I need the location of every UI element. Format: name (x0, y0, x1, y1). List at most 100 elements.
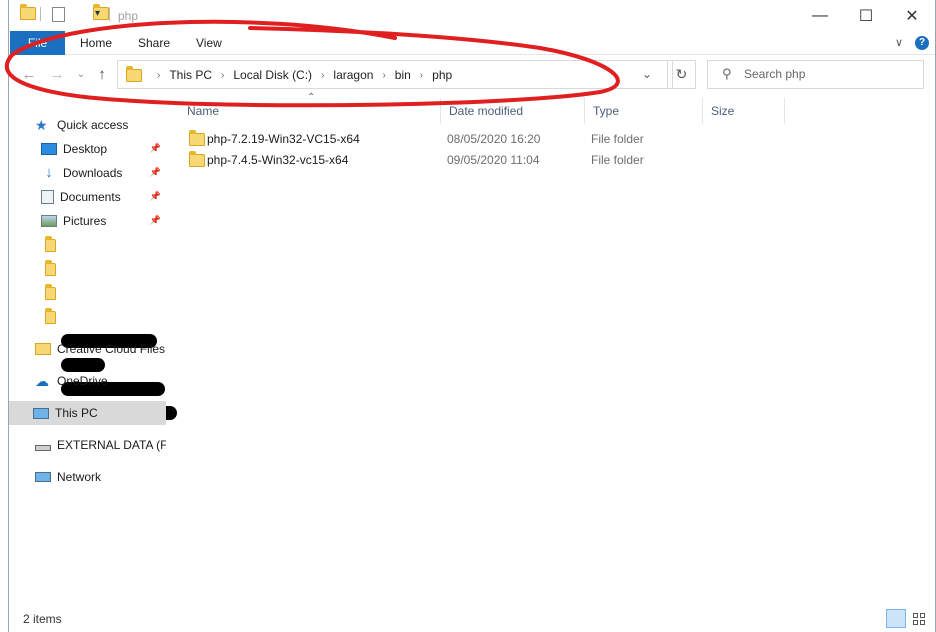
ribbon-expand-icon[interactable]: ∨ (895, 31, 903, 55)
folder-icon (45, 307, 56, 324)
forward-arrow-icon[interactable]: → (47, 65, 67, 85)
nav-label: Desktop (63, 142, 108, 156)
crumb-php[interactable]: php (432, 68, 452, 82)
folder-icon (126, 65, 142, 82)
column-date-modified[interactable]: Date modified (447, 98, 585, 124)
tab-home[interactable]: Home (80, 31, 112, 55)
nav-desktop[interactable]: Desktop 📌 (9, 137, 166, 161)
crumb-bin[interactable]: bin (395, 68, 411, 82)
recent-locations-icon[interactable]: ⌄ (71, 65, 91, 85)
creative-cloud-icon (35, 343, 51, 355)
folder-icon (45, 283, 56, 300)
refresh-button[interactable]: ↻ (667, 60, 696, 89)
chevron-right-icon[interactable]: › (382, 70, 385, 81)
folder-icon (20, 4, 36, 20)
nav-network[interactable]: Network (9, 465, 166, 489)
help-icon[interactable]: ? (915, 36, 929, 50)
folder-icon (189, 130, 205, 146)
search-box[interactable]: ⚲ (707, 60, 924, 89)
file-type: File folder (591, 152, 644, 167)
cloud-icon: ☁ (35, 373, 49, 389)
nav-label: This PC (55, 406, 98, 420)
nav-redacted-folder[interactable] (9, 305, 166, 329)
tab-view[interactable]: View (196, 31, 222, 55)
nav-this-pc[interactable]: This PC (9, 401, 166, 425)
address-dropdown-icon[interactable]: ⌄ (642, 67, 652, 81)
nav-pictures[interactable]: Pictures 📌 (9, 209, 166, 233)
folder-icon (189, 151, 205, 167)
desktop-icon (41, 143, 57, 155)
nav-label: Pictures (63, 214, 107, 228)
status-item-count: 2 items (23, 612, 62, 626)
folder-icon (45, 259, 56, 276)
details-view-icon[interactable] (886, 609, 906, 628)
nav-redacted-folder[interactable] (9, 257, 166, 281)
chevron-right-icon[interactable]: › (420, 70, 423, 81)
file-name: php-7.2.19-Win32-VC15-x64 (207, 131, 360, 146)
explorer-window: ▾ php — ☐ ✕ File Home Share View ∨ ? ← →… (8, 0, 936, 632)
maximize-button[interactable]: ☐ (843, 0, 889, 31)
navigation-bar: ← → ⌄ ↑ › This PC › Local Disk (C:) › la… (9, 55, 935, 95)
star-icon: ★ (35, 117, 48, 133)
nav-documents[interactable]: Documents 📌 (9, 185, 166, 209)
file-date: 08/05/2020 16:20 (447, 131, 541, 146)
list-item[interactable]: php-7.2.19-Win32-VC15-x64 08/05/2020 16:… (185, 128, 644, 149)
network-icon (35, 472, 51, 482)
drive-icon (35, 445, 51, 451)
nav-label: Documents (60, 190, 121, 204)
nav-creative-cloud[interactable]: Creative Cloud Files (9, 337, 166, 361)
pin-icon[interactable]: 📌 (150, 167, 161, 178)
file-type: File folder (591, 131, 644, 146)
pin-icon[interactable]: 📌 (150, 215, 161, 226)
nav-label: EXTERNAL DATA (F:) (57, 438, 166, 452)
nav-quick-access[interactable]: ★ Quick access (9, 113, 166, 137)
folder-icon (45, 235, 56, 252)
nav-label: Downloads (63, 166, 123, 180)
column-headers: ⌃ Name Date modified Type Size (185, 92, 805, 124)
address-bar[interactable]: › This PC › Local Disk (C:) › laragon › … (117, 60, 673, 89)
properties-icon[interactable] (52, 7, 65, 22)
nav-label: Network (57, 470, 102, 484)
up-arrow-icon[interactable]: ↑ (92, 65, 112, 85)
breadcrumb: › This PC › Local Disk (C:) › laragon › … (126, 65, 452, 83)
close-button[interactable]: ✕ (889, 0, 935, 31)
nav-redacted-folder[interactable] (9, 281, 166, 305)
nav-onedrive[interactable]: ☁ OneDrive (9, 369, 166, 393)
download-arrow-icon: ↓ (45, 164, 53, 181)
nav-external-drive[interactable]: EXTERNAL DATA (F:) (9, 433, 166, 457)
tab-file[interactable]: File (10, 31, 65, 55)
crumb-this-pc[interactable]: This PC (169, 68, 212, 82)
crumb-local-disk[interactable]: Local Disk (C:) (233, 68, 312, 82)
chevron-right-icon[interactable]: › (321, 70, 324, 81)
file-name: php-7.4.5-Win32-vc15-x64 (207, 152, 349, 167)
document-icon (41, 190, 54, 204)
search-icon: ⚲ (722, 66, 732, 81)
chevron-right-icon[interactable]: › (221, 70, 224, 81)
nav-downloads[interactable]: ↓ Downloads 📌 (9, 161, 166, 185)
crumb-laragon[interactable]: laragon (333, 68, 373, 82)
nav-redacted-folder[interactable] (9, 233, 166, 257)
search-input[interactable] (744, 67, 914, 81)
qat-dropdown-icon[interactable]: ▾ (95, 8, 100, 24)
column-type[interactable]: Type (591, 98, 703, 124)
pin-icon[interactable]: 📌 (150, 143, 161, 154)
navigation-pane: ★ Quick access Desktop 📌 ↓ Downloads 📌 D… (9, 95, 177, 605)
large-icons-view-icon[interactable] (909, 609, 929, 628)
ribbon-tabs: File Home Share View ∨ ? (9, 31, 935, 55)
chevron-right-icon[interactable]: › (157, 70, 160, 81)
file-date: 09/05/2020 11:04 (447, 152, 540, 167)
list-item[interactable]: php-7.4.5-Win32-vc15-x64 09/05/2020 11:0… (185, 149, 644, 170)
tab-share[interactable]: Share (138, 31, 170, 55)
back-arrow-icon[interactable]: ← (19, 65, 39, 85)
title-bar: ▾ php — ☐ ✕ (9, 0, 935, 31)
nav-label: Creative Cloud Files (57, 342, 166, 356)
qat-divider (40, 7, 41, 21)
column-size[interactable]: Size (709, 98, 785, 124)
pin-icon[interactable]: 📌 (150, 191, 161, 202)
column-name[interactable]: Name (185, 98, 441, 124)
nav-label: OneDrive (57, 374, 108, 388)
minimize-button[interactable]: — (797, 0, 843, 31)
computer-icon (33, 407, 49, 419)
nav-label: Quick access (57, 118, 129, 132)
pictures-icon (41, 215, 57, 227)
